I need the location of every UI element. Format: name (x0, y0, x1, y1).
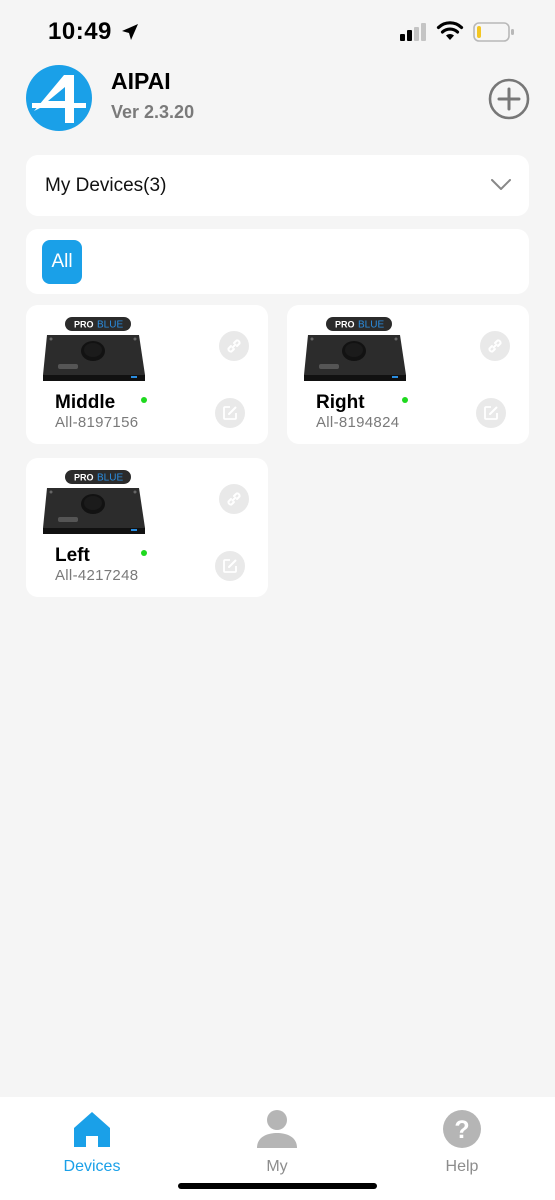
online-status-dot (141, 397, 147, 403)
battery-low-icon (473, 22, 514, 42)
filter-bar: All (26, 229, 529, 294)
badge-pro: PRO (74, 320, 94, 330)
add-device-button[interactable] (488, 78, 530, 120)
badge-blue: BLUE (97, 320, 123, 331)
edit-button[interactable] (215, 398, 245, 428)
edit-icon (223, 406, 237, 420)
link-icon (488, 339, 502, 353)
link-icon (227, 492, 241, 506)
tab-devices[interactable]: Devices (42, 1109, 142, 1179)
tab-label: Devices (63, 1158, 121, 1175)
filter-chip-all[interactable]: All (42, 240, 82, 284)
device-id: All-8197156 (55, 414, 139, 431)
my-devices-dropdown[interactable]: My Devices(3) (26, 155, 529, 216)
status-time: 10:49 (48, 18, 112, 45)
device-image: PRO BLUE (43, 317, 145, 381)
device-name: Right (316, 392, 365, 413)
device-card-middle[interactable]: PRO BLUE Middle All-8197156 (26, 305, 268, 444)
badge-blue: BLUE (97, 473, 123, 484)
home-icon (74, 1112, 110, 1147)
app-name: AIPAI (111, 68, 171, 94)
tab-my[interactable]: My (227, 1109, 327, 1179)
app-header: AIPAI Ver 2.3.20 (0, 60, 555, 140)
device-image: PRO BLUE (304, 317, 406, 381)
link-icon (227, 339, 241, 353)
chevron-down-icon (491, 179, 511, 190)
wifi-icon (436, 21, 464, 40)
edit-button[interactable] (215, 551, 245, 581)
device-card-left[interactable]: PRO BLUE Left All-4217248 (26, 458, 268, 597)
online-status-dot (141, 550, 147, 556)
status-bar: 10:49 (0, 0, 555, 60)
device-name: Middle (55, 392, 116, 413)
device-name: Left (55, 545, 90, 566)
device-card-right[interactable]: PRO BLUE Right All-8194824 (287, 305, 529, 444)
app-version: Ver 2.3.20 (111, 102, 195, 122)
device-id: All-4217248 (55, 567, 139, 584)
svg-text:?: ? (454, 1116, 469, 1144)
edit-icon (223, 559, 237, 573)
badge-pro: PRO (335, 320, 355, 330)
aipai-logo-icon (26, 65, 92, 131)
online-status-dot (402, 397, 408, 403)
link-button[interactable] (219, 484, 249, 514)
edit-button[interactable] (476, 398, 506, 428)
home-indicator (178, 1183, 377, 1189)
tab-label: My (266, 1158, 288, 1175)
my-devices-label: My Devices(3) (45, 175, 167, 196)
badge-blue: BLUE (358, 320, 384, 331)
link-button[interactable] (219, 331, 249, 361)
tab-help[interactable]: ? Help (412, 1109, 512, 1179)
device-image: PRO BLUE (43, 470, 145, 534)
device-id: All-8194824 (316, 414, 400, 431)
cellular-signal-icon (400, 23, 426, 41)
question-icon: ? (443, 1110, 481, 1148)
tab-label: Help (445, 1158, 479, 1175)
badge-pro: PRO (74, 473, 94, 483)
edit-icon (484, 406, 498, 420)
link-button[interactable] (480, 331, 510, 361)
location-arrow-icon (122, 24, 138, 40)
user-icon (257, 1110, 297, 1148)
